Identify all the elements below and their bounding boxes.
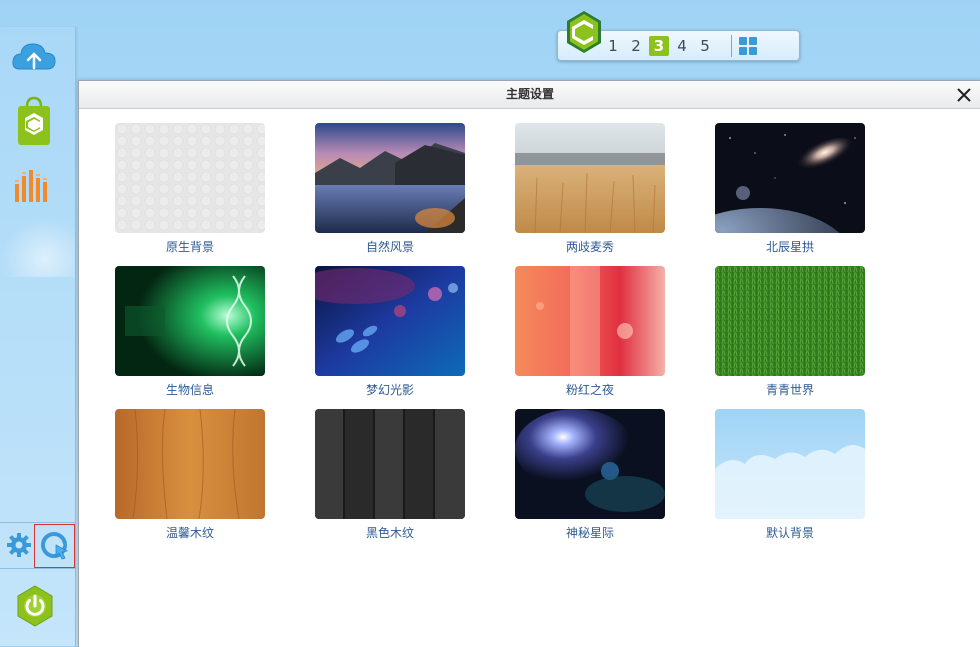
theme-label: 粉红之夜	[565, 383, 614, 397]
theme-item-dream[interactable]: 梦幻光影	[315, 266, 465, 398]
dock-decoration	[0, 217, 75, 277]
theme-item-default[interactable]: 默认背景	[715, 409, 865, 541]
theme-label: 梦幻光影	[365, 383, 414, 397]
dock-divider	[0, 522, 75, 523]
grid-view-icon[interactable]	[738, 36, 758, 56]
theme-item-original[interactable]: 原生背景	[115, 123, 265, 255]
page-3-button[interactable]: 3	[649, 36, 669, 56]
theme-item-bio[interactable]: 生物信息	[115, 266, 265, 398]
dialog-header: 主题设置	[79, 81, 980, 109]
theme-item-mystic-space[interactable]: 神秘星际	[515, 409, 665, 541]
theme-item-galaxy[interactable]: 北辰星拱	[715, 123, 865, 255]
theme-label: 两歧麦秀	[565, 240, 614, 254]
left-dock	[0, 27, 76, 646]
theme-label: 温馨木纹	[165, 526, 214, 540]
theme-thumbnail[interactable]	[515, 123, 665, 233]
theme-thumbnail[interactable]	[315, 123, 465, 233]
power-icon[interactable]	[15, 585, 55, 627]
page-2-button[interactable]: 2	[626, 36, 646, 56]
theme-thumbnail[interactable]	[715, 409, 865, 519]
theme-thumbnail[interactable]	[715, 266, 865, 376]
theme-thumbnail[interactable]	[515, 409, 665, 519]
theme-item-green[interactable]: 青青世界	[715, 266, 865, 398]
theme-label: 黑色木纹	[365, 526, 414, 540]
theme-label: 原生背景	[165, 240, 214, 254]
theme-label: 北辰星拱	[765, 240, 814, 254]
cloud-upload-icon[interactable]	[10, 37, 58, 77]
gear-icon[interactable]	[5, 530, 33, 560]
theme-thumbnail[interactable]	[715, 123, 865, 233]
page-4-button[interactable]: 4	[672, 36, 692, 56]
theme-thumbnail[interactable]	[315, 266, 465, 376]
theme-label: 青青世界	[765, 383, 814, 397]
theme-label: 神秘星际	[565, 526, 614, 540]
theme-thumbnail[interactable]	[115, 409, 265, 519]
theme-thumbnail[interactable]	[115, 266, 265, 376]
page-5-button[interactable]: 5	[695, 36, 715, 56]
theme-label: 自然风景	[365, 240, 414, 254]
app-store-icon[interactable]	[14, 95, 54, 147]
theme-thumbnail[interactable]	[315, 409, 465, 519]
pager-divider	[731, 35, 732, 57]
theme-item-black-wood[interactable]: 黑色木纹	[315, 409, 465, 541]
theme-item-wheat[interactable]: 两歧麦秀	[515, 123, 665, 255]
theme-item-pink-night[interactable]: 粉红之夜	[515, 266, 665, 398]
dialog-title: 主题设置	[505, 87, 554, 101]
app-logo-icon[interactable]	[564, 9, 604, 55]
dock-divider	[0, 568, 75, 569]
theme-label: 默认背景	[765, 526, 814, 540]
theme-thumbnail[interactable]	[115, 123, 265, 233]
theme-settings-dialog: 主题设置 原生背景 自然风景 两歧麦秀 北辰星拱 生物信息 梦幻光影 粉红之夜 …	[78, 80, 980, 647]
page-1-button[interactable]: 1	[603, 36, 623, 56]
theme-switch-icon[interactable]	[34, 524, 75, 568]
equalizer-icon[interactable]	[12, 167, 54, 203]
close-icon[interactable]	[956, 87, 972, 103]
theme-thumbnail[interactable]	[515, 266, 665, 376]
theme-item-warm-wood[interactable]: 温馨木纹	[115, 409, 265, 541]
theme-item-nature[interactable]: 自然风景	[315, 123, 465, 255]
theme-label: 生物信息	[165, 383, 214, 397]
